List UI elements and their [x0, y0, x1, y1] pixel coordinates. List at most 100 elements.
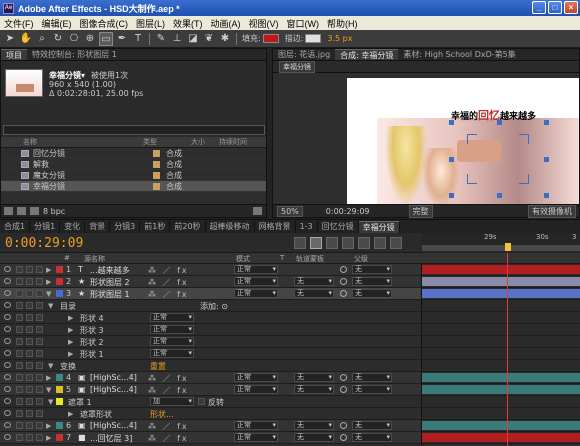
- expand-twirl-icon[interactable]: ▶: [68, 314, 73, 322]
- lock-toggle[interactable]: [36, 434, 43, 441]
- layer-name[interactable]: [HighSc...4]: [90, 373, 137, 382]
- blend-mode-dropdown[interactable]: 正常: [234, 373, 278, 382]
- audio-toggle[interactable]: [16, 398, 23, 405]
- col-name[interactable]: 名称: [23, 137, 37, 147]
- mask-invert-checkbox[interactable]: [198, 398, 205, 405]
- lock-toggle[interactable]: [36, 350, 43, 357]
- shape-blend-dropdown[interactable]: 正常: [150, 325, 194, 334]
- comp-canvas[interactable]: 幸福的回忆越来越多: [273, 74, 579, 206]
- timeline-tab[interactable]: 分镜3: [110, 221, 141, 233]
- property-value[interactable]: 重置: [150, 361, 166, 372]
- expand-twirl-icon[interactable]: ▼: [48, 362, 53, 370]
- timeline-tab[interactable]: 变化: [60, 221, 86, 233]
- audio-toggle[interactable]: [16, 434, 23, 441]
- track-matte-dropdown[interactable]: 无: [294, 433, 334, 442]
- property-row[interactable]: ▶ 遮罩形状 形状...: [0, 408, 580, 420]
- selection-tool-icon[interactable]: ➤: [3, 32, 17, 46]
- lock-toggle[interactable]: [36, 422, 43, 429]
- layer-name[interactable]: 形状图层 1: [90, 289, 130, 300]
- visibility-eye-icon[interactable]: [4, 434, 11, 440]
- layer-label-color[interactable]: [56, 434, 63, 441]
- expand-twirl-icon[interactable]: ▶: [68, 350, 73, 358]
- visibility-eye-icon[interactable]: [4, 410, 11, 416]
- lock-toggle[interactable]: [36, 362, 43, 369]
- visibility-eye-icon[interactable]: [4, 338, 11, 344]
- menu-help[interactable]: 帮助(H): [323, 17, 362, 30]
- solo-toggle[interactable]: [26, 290, 33, 297]
- fill-color-swatch[interactable]: [262, 34, 279, 43]
- audio-toggle[interactable]: [16, 362, 23, 369]
- parent-pickwhip-icon[interactable]: [340, 422, 347, 429]
- solo-toggle[interactable]: [26, 362, 33, 369]
- add-shape-menu[interactable]: 添加: ⊙: [200, 301, 228, 312]
- layer-switches[interactable]: ⁂ ／ fx: [148, 277, 189, 288]
- solo-toggle[interactable]: [26, 434, 33, 441]
- track-matte-dropdown[interactable]: 无: [294, 277, 334, 286]
- label-color-swatch[interactable]: [153, 182, 160, 190]
- blend-mode-dropdown[interactable]: 正常: [234, 421, 278, 430]
- solo-toggle[interactable]: [26, 326, 33, 333]
- blend-mode-dropdown[interactable]: 正常: [234, 433, 278, 442]
- work-area-bar[interactable]: [422, 245, 580, 251]
- layer-name[interactable]: [HighSc...4]: [90, 421, 137, 430]
- layer-row[interactable]: ▶ 2 ★ 形状图层 2 ⁂ ／ fx 正常 无 无: [0, 276, 580, 288]
- blend-mode-dropdown[interactable]: 正常: [234, 265, 278, 274]
- live-update-icon[interactable]: [310, 237, 322, 249]
- audio-toggle[interactable]: [16, 326, 23, 333]
- timeline-tab[interactable]: 回忆分镜: [318, 221, 359, 233]
- shape-bounding-box[interactable]: [449, 120, 549, 198]
- menu-effect[interactable]: 效果(T): [169, 17, 207, 30]
- timeline-tab[interactable]: 前1秒: [140, 221, 171, 233]
- close-button[interactable]: ×: [564, 1, 578, 14]
- mask-color-swatch[interactable]: [56, 398, 63, 405]
- timeline-tab[interactable]: 幸福分镜: [358, 221, 400, 233]
- audio-toggle[interactable]: [16, 278, 23, 285]
- track-matte-dropdown[interactable]: 无: [294, 373, 334, 382]
- solo-toggle[interactable]: [26, 278, 33, 285]
- project-item[interactable]: 幸福分镜 合成: [1, 181, 266, 192]
- expand-twirl-icon[interactable]: ▼: [48, 302, 53, 310]
- track-matte-dropdown[interactable]: 无: [294, 421, 334, 430]
- blend-mode-dropdown[interactable]: 正常: [234, 385, 278, 394]
- layer-label-color[interactable]: [56, 278, 63, 285]
- audio-toggle[interactable]: [16, 338, 23, 345]
- lock-toggle[interactable]: [36, 314, 43, 321]
- property-value[interactable]: 形状...: [150, 409, 174, 420]
- parent-pickwhip-icon[interactable]: [340, 290, 347, 297]
- layer-name[interactable]: 形状图层 2: [90, 277, 130, 288]
- col-mode[interactable]: 模式: [236, 254, 250, 264]
- expand-twirl-icon[interactable]: ▶: [46, 266, 51, 274]
- expand-twirl-icon[interactable]: ▼: [48, 398, 53, 406]
- visibility-eye-icon[interactable]: [4, 266, 11, 272]
- audio-toggle[interactable]: [16, 290, 23, 297]
- shape-blend-dropdown[interactable]: 加: [150, 397, 194, 406]
- timeline-tab[interactable]: 背景: [85, 221, 111, 233]
- expand-twirl-icon[interactable]: ▶: [46, 278, 51, 286]
- layer-label-color[interactable]: [56, 374, 63, 381]
- minimize-button[interactable]: _: [532, 1, 546, 14]
- draft-3d-icon[interactable]: [326, 237, 338, 249]
- audio-toggle[interactable]: [16, 302, 23, 309]
- new-comp-icon[interactable]: [30, 207, 39, 215]
- visibility-eye-icon[interactable]: [4, 350, 11, 356]
- visibility-eye-icon[interactable]: [4, 326, 11, 332]
- visibility-eye-icon[interactable]: [4, 290, 11, 296]
- lock-toggle[interactable]: [36, 374, 43, 381]
- layer-switches[interactable]: ⁂ ／ fx: [148, 385, 189, 396]
- roto-brush-icon[interactable]: ❦: [202, 32, 216, 46]
- layer-name[interactable]: ...越来越多: [90, 265, 130, 276]
- label-color-swatch[interactable]: [153, 160, 160, 168]
- maximize-button[interactable]: □: [548, 1, 562, 14]
- parent-pickwhip-icon[interactable]: [340, 434, 347, 441]
- brush-tool-icon[interactable]: ✎: [154, 32, 168, 46]
- parent-dropdown[interactable]: 无: [352, 289, 392, 298]
- lock-toggle[interactable]: [36, 302, 43, 309]
- resolution-dropdown[interactable]: 完整: [408, 204, 433, 218]
- stroke-width-value[interactable]: 3.5 px: [327, 34, 352, 43]
- expand-twirl-icon[interactable]: ▼: [46, 290, 51, 298]
- parent-dropdown[interactable]: 无: [352, 373, 392, 382]
- layer-switches[interactable]: ⁂ ／ fx: [148, 265, 189, 276]
- lock-toggle[interactable]: [36, 410, 43, 417]
- layer-switches[interactable]: ⁂ ／ fx: [148, 421, 189, 432]
- project-search-input[interactable]: [3, 125, 265, 135]
